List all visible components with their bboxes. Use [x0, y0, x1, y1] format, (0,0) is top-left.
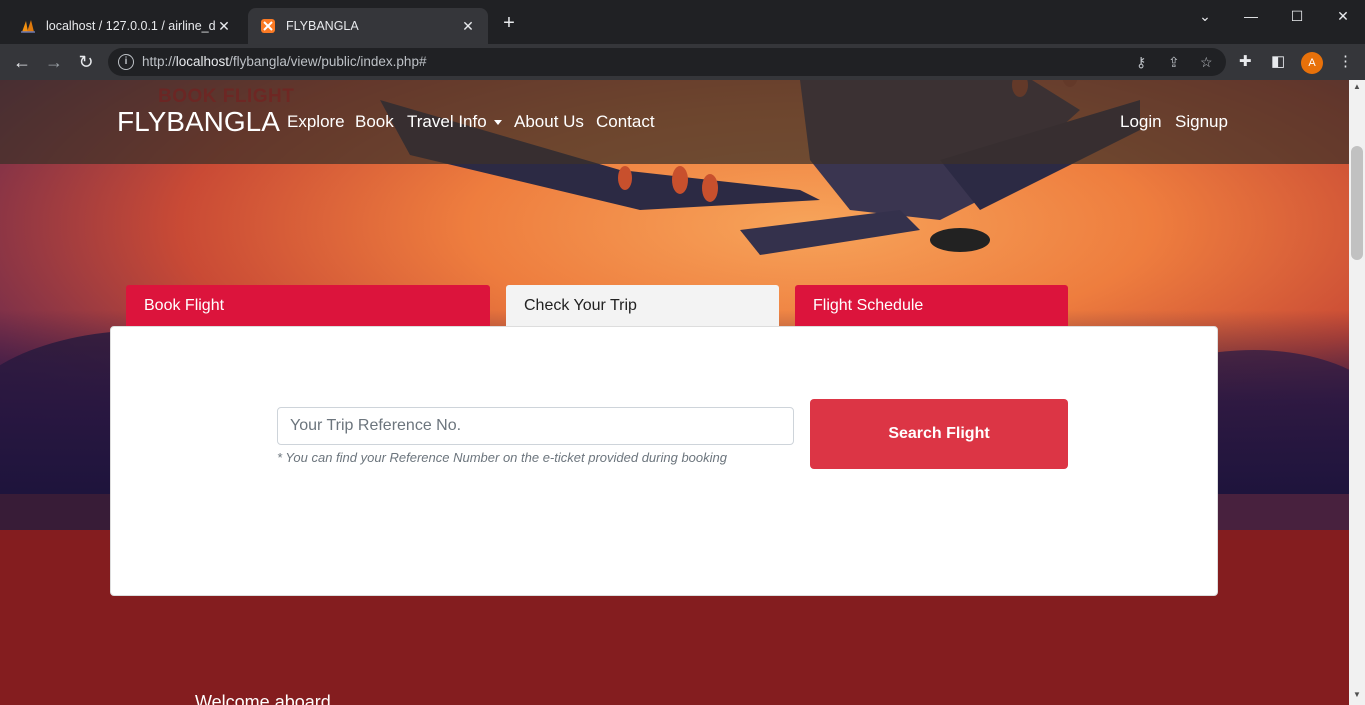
new-tab-icon[interactable]: +	[498, 12, 520, 34]
minimize-icon[interactable]: —	[1228, 0, 1274, 32]
browser-tab-flybangla[interactable]: FLYBANGLA ✕	[248, 8, 488, 44]
close-tab-icon[interactable]: ✕	[216, 18, 232, 35]
search-flight-button[interactable]: Search Flight	[810, 399, 1068, 469]
site-navbar: BOOK FLIGHT FLYBANGLA Explore Book Trave…	[0, 80, 1349, 164]
tab-title: localhost / 127.0.0.1 / airline_db /	[46, 19, 216, 33]
extensions-icon[interactable]: ✚	[1239, 52, 1252, 70]
tab-check-your-trip[interactable]: Check Your Trip	[506, 285, 779, 327]
nav-explore[interactable]: Explore	[287, 112, 345, 132]
scroll-down-arrow-icon[interactable]: ▼	[1353, 690, 1361, 699]
nav-travel-info[interactable]: Travel Info	[407, 112, 502, 132]
tab-search-icon[interactable]: ⌄	[1182, 0, 1228, 32]
url-text[interactable]: http://localhost/flybangla/view/public/i…	[142, 54, 426, 69]
nav-login[interactable]: Login	[1120, 112, 1162, 132]
caret-down-icon	[493, 120, 502, 126]
side-panel-icon[interactable]: ◧	[1271, 52, 1285, 70]
phpmyadmin-icon	[20, 18, 36, 34]
xampp-icon	[260, 18, 276, 34]
tab-flight-schedule[interactable]: Flight Schedule	[795, 285, 1068, 327]
address-bar[interactable]: i http://localhost/flybangla/view/public…	[108, 48, 1226, 76]
nav-about-us[interactable]: About Us	[514, 112, 584, 132]
ghost-heading: BOOK FLIGHT	[158, 86, 295, 107]
brand-logo[interactable]: FLYBANGLA	[117, 106, 280, 138]
tab-title: FLYBANGLA	[286, 19, 359, 33]
close-tab-icon[interactable]: ✕	[460, 18, 476, 35]
browser-toolbar: ← → ↻ i http://localhost/flybangla/view/…	[0, 44, 1365, 80]
close-window-icon[interactable]: ✕	[1320, 0, 1365, 32]
scroll-up-arrow-icon[interactable]: ▲	[1353, 82, 1361, 91]
share-icon[interactable]: ⇪	[1168, 54, 1180, 71]
nav-book[interactable]: Book	[355, 112, 394, 132]
check-trip-panel: * You can find your Reference Number on …	[110, 326, 1218, 596]
browser-tab-phpmyadmin[interactable]: localhost / 127.0.0.1 / airline_db / ✕	[8, 8, 244, 44]
page-scrollbar[interactable]: ▲ ▼	[1349, 80, 1365, 705]
key-icon[interactable]: ⚷	[1136, 54, 1146, 71]
trip-reference-input[interactable]	[277, 407, 794, 445]
tab-book-flight[interactable]: Book Flight	[126, 285, 490, 327]
scrollbar-thumb[interactable]	[1351, 146, 1363, 260]
bookmark-star-icon[interactable]: ☆	[1200, 54, 1213, 71]
nav-signup[interactable]: Signup	[1175, 112, 1228, 132]
nav-contact[interactable]: Contact	[596, 112, 655, 132]
reference-hint: * You can find your Reference Number on …	[277, 450, 727, 465]
reload-icon[interactable]: ↻	[74, 50, 98, 74]
welcome-heading: Welcome aboard	[195, 692, 331, 705]
site-info-icon[interactable]: i	[118, 54, 134, 70]
maximize-icon[interactable]: ☐	[1274, 0, 1320, 32]
profile-avatar[interactable]: A	[1301, 52, 1323, 74]
nav-travel-info-label: Travel Info	[407, 112, 487, 131]
menu-icon[interactable]: ⋮	[1338, 52, 1353, 70]
page-viewport: BOOK FLIGHT FLYBANGLA Explore Book Trave…	[0, 80, 1349, 705]
forward-icon[interactable]: →	[42, 50, 66, 74]
back-icon[interactable]: ←	[10, 50, 34, 74]
browser-tab-bar: localhost / 127.0.0.1 / airline_db / ✕ F…	[0, 0, 1365, 44]
